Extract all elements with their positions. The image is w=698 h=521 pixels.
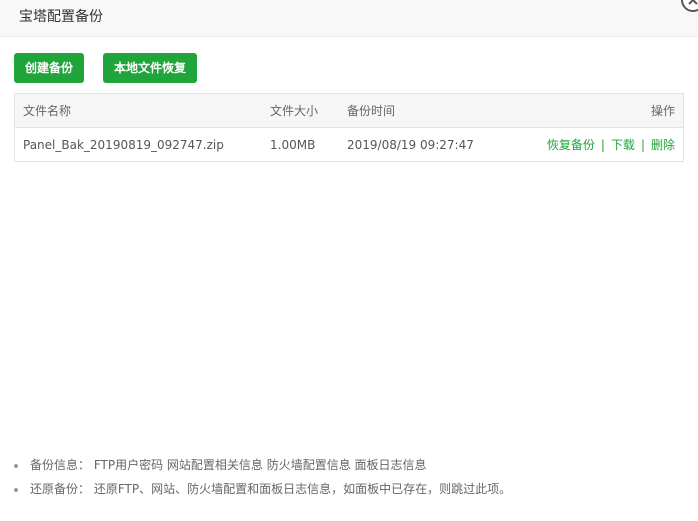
op-separator: | — [640, 138, 645, 152]
note-item: 备份信息： FTP用户密码 网站配置相关信息 防火墙配置信息 面板日志信息 — [14, 458, 684, 472]
header-file-size: 文件大小 — [270, 104, 319, 118]
bullet-icon — [14, 488, 18, 492]
download-link[interactable]: 下载 — [611, 138, 635, 152]
help-notes: 备份信息： FTP用户密码 网站配置相关信息 防火墙配置信息 面板日志信息 还原… — [14, 458, 684, 506]
note-backup-info: 备份信息： FTP用户密码 网站配置相关信息 防火墙配置信息 面板日志信息 — [30, 458, 427, 472]
table-row: Panel_Bak_20190819_092747.zip 1.00MB 201… — [15, 128, 683, 162]
cell-file-size: 1.00MB — [270, 138, 316, 152]
dialog-title: 宝塔配置备份 — [19, 9, 103, 25]
table-header: 文件名称 文件大小 备份时间 操作 — [15, 94, 683, 128]
bullet-icon — [14, 464, 18, 468]
op-separator: | — [600, 138, 605, 152]
cell-file-name: Panel_Bak_20190819_092747.zip — [23, 138, 224, 152]
dialog-header: 宝塔配置备份 — [0, 0, 698, 37]
note-item: 还原备份： 还原FTP、网站、防火墙配置和面板日志信息，如面板中已存在，则跳过此… — [14, 482, 684, 496]
create-backup-button[interactable]: 创建备份 — [14, 53, 84, 83]
header-operations: 操作 — [650, 104, 675, 118]
cell-operations: 恢复备份 | 下载 | 删除 — [547, 128, 675, 162]
header-backup-time: 备份时间 — [347, 104, 396, 118]
cell-backup-time: 2019/08/19 09:27:47 — [347, 138, 474, 152]
local-restore-button[interactable]: 本地文件恢复 — [103, 53, 197, 83]
header-file-name: 文件名称 — [23, 104, 72, 118]
restore-backup-link[interactable]: 恢复备份 — [547, 138, 595, 152]
note-restore-info: 还原备份： 还原FTP、网站、防火墙配置和面板日志信息，如面板中已存在，则跳过此… — [30, 482, 512, 496]
close-icon — [688, 0, 698, 5]
delete-link[interactable]: 删除 — [651, 138, 675, 152]
backup-table: 文件名称 文件大小 备份时间 操作 Panel_Bak_20190819_092… — [14, 93, 684, 162]
